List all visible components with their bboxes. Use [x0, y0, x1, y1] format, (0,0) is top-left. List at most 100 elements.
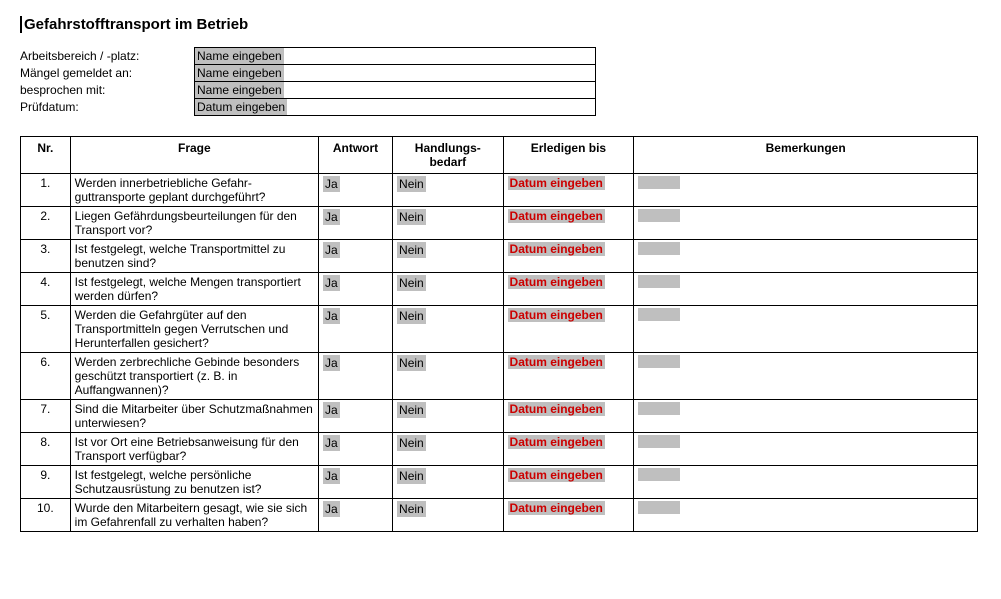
need-value: Nein: [397, 275, 426, 291]
info-input-cell[interactable]: Name eingeben: [195, 82, 596, 99]
cell-antwort[interactable]: Ja: [319, 353, 393, 400]
answer-value: Ja: [323, 275, 340, 291]
cell-nr: 7.: [21, 400, 71, 433]
cell-erledigen-bis[interactable]: Datum eingeben: [503, 353, 634, 400]
cell-bemerkungen[interactable]: [634, 433, 978, 466]
cell-antwort[interactable]: Ja: [319, 306, 393, 353]
col-erledigen: Erledigen bis: [503, 137, 634, 174]
need-value: Nein: [397, 435, 426, 451]
date-placeholder: Datum eingeben: [508, 275, 605, 289]
remarks-placeholder: [638, 242, 680, 255]
info-label: Arbeitsbereich / -platz:: [20, 48, 195, 65]
cell-antwort[interactable]: Ja: [319, 174, 393, 207]
page-title: Gefahrstofftransport im Betrieb: [20, 16, 981, 33]
cell-bemerkungen[interactable]: [634, 499, 978, 532]
info-label: Mängel gemeldet an:: [20, 65, 195, 82]
cell-antwort[interactable]: Ja: [319, 499, 393, 532]
table-row: 6.Werden zerbrechliche Gebinde besonders…: [21, 353, 978, 400]
remarks-placeholder: [638, 402, 680, 415]
date-placeholder: Datum eingeben: [508, 242, 605, 256]
date-placeholder: Datum eingeben: [508, 355, 605, 369]
remarks-placeholder: [638, 308, 680, 321]
date-placeholder: Datum eingeben: [508, 176, 605, 190]
answer-value: Ja: [323, 435, 340, 451]
cell-erledigen-bis[interactable]: Datum eingeben: [503, 400, 634, 433]
need-value: Nein: [397, 501, 426, 517]
cell-bemerkungen[interactable]: [634, 400, 978, 433]
col-antwort: Antwort: [319, 137, 393, 174]
answer-value: Ja: [323, 308, 340, 324]
cell-handlungsbedarf[interactable]: Nein: [393, 273, 504, 306]
table-row: 9.Ist festgelegt, welche persönliche Sch…: [21, 466, 978, 499]
cell-erledigen-bis[interactable]: Datum eingeben: [503, 499, 634, 532]
cell-erledigen-bis[interactable]: Datum eingeben: [503, 306, 634, 353]
info-row: besprochen mit:Name eingeben: [20, 82, 596, 99]
remarks-placeholder: [638, 501, 680, 514]
cell-nr: 2.: [21, 207, 71, 240]
cell-nr: 3.: [21, 240, 71, 273]
table-row: 8.Ist vor Ort eine Betriebsanweisung für…: [21, 433, 978, 466]
col-handlung-line2: bedarf: [429, 155, 466, 169]
cell-nr: 4.: [21, 273, 71, 306]
cell-handlungsbedarf[interactable]: Nein: [393, 433, 504, 466]
cell-antwort[interactable]: Ja: [319, 273, 393, 306]
need-value: Nein: [397, 355, 426, 371]
cell-bemerkungen[interactable]: [634, 353, 978, 400]
need-value: Nein: [397, 468, 426, 484]
cell-antwort[interactable]: Ja: [319, 433, 393, 466]
cell-handlungsbedarf[interactable]: Nein: [393, 400, 504, 433]
cell-bemerkungen[interactable]: [634, 174, 978, 207]
cell-bemerkungen[interactable]: [634, 207, 978, 240]
cell-handlungsbedarf[interactable]: Nein: [393, 466, 504, 499]
date-placeholder: Datum eingeben: [508, 402, 605, 416]
cell-handlungsbedarf[interactable]: Nein: [393, 499, 504, 532]
remarks-placeholder: [638, 435, 680, 448]
need-value: Nein: [397, 209, 426, 225]
cell-erledigen-bis[interactable]: Datum eingeben: [503, 240, 634, 273]
date-placeholder: Datum eingeben: [508, 308, 605, 322]
answer-value: Ja: [323, 402, 340, 418]
table-row: 3.Ist festgelegt, welche Transportmit­te…: [21, 240, 978, 273]
cell-handlungsbedarf[interactable]: Nein: [393, 353, 504, 400]
cell-nr: 9.: [21, 466, 71, 499]
cell-bemerkungen[interactable]: [634, 273, 978, 306]
cell-bemerkungen[interactable]: [634, 240, 978, 273]
cell-antwort[interactable]: Ja: [319, 240, 393, 273]
info-table: Arbeitsbereich / -platz:Name eingebenMän…: [20, 47, 596, 116]
cell-frage: Werden innerbetriebliche Gefahr­guttrans…: [70, 174, 318, 207]
need-value: Nein: [397, 402, 426, 418]
date-placeholder: Datum eingeben: [508, 468, 605, 482]
cell-frage: Wurde den Mitarbeitern gesagt, wie sie s…: [70, 499, 318, 532]
info-input-cell[interactable]: Datum eingeben: [195, 99, 596, 116]
cell-erledigen-bis[interactable]: Datum eingeben: [503, 466, 634, 499]
info-input-cell[interactable]: Name eingeben: [195, 48, 596, 65]
cell-handlungsbedarf[interactable]: Nein: [393, 240, 504, 273]
remarks-placeholder: [638, 176, 680, 189]
cell-frage: Werden die Gefahrgüter auf den Transport…: [70, 306, 318, 353]
info-placeholder: Name eingeben: [195, 82, 284, 98]
col-frage: Frage: [70, 137, 318, 174]
cell-bemerkungen[interactable]: [634, 306, 978, 353]
date-placeholder: Datum eingeben: [508, 501, 605, 515]
cell-erledigen-bis[interactable]: Datum eingeben: [503, 207, 634, 240]
cell-erledigen-bis[interactable]: Datum eingeben: [503, 174, 634, 207]
cell-bemerkungen[interactable]: [634, 466, 978, 499]
cell-antwort[interactable]: Ja: [319, 400, 393, 433]
cell-erledigen-bis[interactable]: Datum eingeben: [503, 273, 634, 306]
cell-handlungsbedarf[interactable]: Nein: [393, 207, 504, 240]
cell-erledigen-bis[interactable]: Datum eingeben: [503, 433, 634, 466]
cell-antwort[interactable]: Ja: [319, 207, 393, 240]
col-handlung: Handlungs- bedarf: [393, 137, 504, 174]
questionnaire-table: Nr. Frage Antwort Handlungs- bedarf Erle…: [20, 136, 978, 532]
answer-value: Ja: [323, 501, 340, 517]
answer-value: Ja: [323, 209, 340, 225]
cell-nr: 8.: [21, 433, 71, 466]
info-input-cell[interactable]: Name eingeben: [195, 65, 596, 82]
table-row: 7.Sind die Mitarbeiter über Schutz­maßna…: [21, 400, 978, 433]
cell-handlungsbedarf[interactable]: Nein: [393, 174, 504, 207]
cell-frage: Sind die Mitarbeiter über Schutz­maßnahm…: [70, 400, 318, 433]
cell-frage: Ist vor Ort eine Betriebsanweisung für d…: [70, 433, 318, 466]
cell-antwort[interactable]: Ja: [319, 466, 393, 499]
cell-frage: Ist festgelegt, welche Mengen transporti…: [70, 273, 318, 306]
cell-handlungsbedarf[interactable]: Nein: [393, 306, 504, 353]
